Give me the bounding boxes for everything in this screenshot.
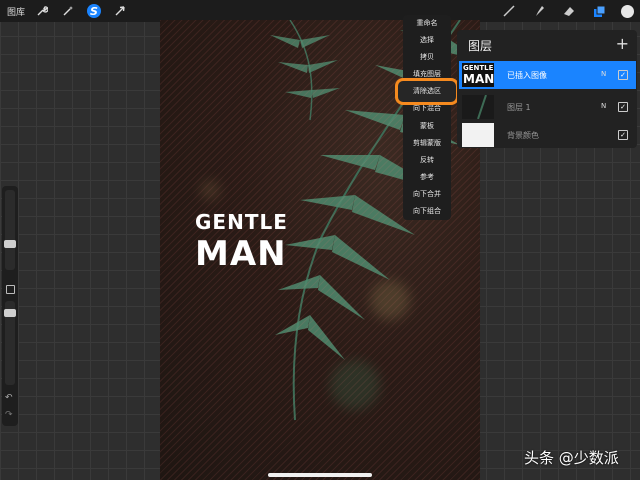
layer-visibility-checkbox[interactable]: ✓	[618, 70, 628, 80]
brush-icon[interactable]	[501, 3, 517, 19]
menu-item-invert[interactable]: 反转	[403, 155, 451, 165]
layer-row-inserted-image[interactable]: GENTLE MAN 已插入图像 N ✓	[459, 61, 636, 89]
opacity-slider[interactable]	[4, 301, 16, 385]
layer-thumb-text-2: MAN	[463, 72, 494, 86]
redo-icon[interactable]: ↷	[5, 410, 13, 420]
layer-name: 已插入图像	[507, 71, 547, 80]
layers-panel-title: 图层	[468, 39, 493, 53]
menu-item-clear-selection[interactable]: 清除选区	[395, 78, 459, 105]
home-indicator[interactable]	[268, 473, 372, 477]
fern-thumb-icon	[477, 95, 487, 119]
canvas-title-line1: GENTLE	[195, 210, 288, 234]
menu-item-select[interactable]: 选择	[403, 35, 451, 45]
layer-options-menu: 重命名 选择 拷贝 填充图层 向下混合 蒙板 剪辑蒙版 反转 参考 向下合并 向…	[403, 15, 451, 220]
top-toolbar: 图库 S	[0, 0, 640, 22]
layer-name: 背景颜色	[507, 131, 539, 140]
watermark-text: 头条 @少数派	[524, 449, 619, 467]
layer-visibility-checkbox[interactable]: ✓	[618, 130, 628, 140]
blend-mode-button[interactable]: N	[601, 70, 606, 78]
layers-icon[interactable]	[591, 3, 607, 19]
layer-thumbnail	[462, 95, 494, 119]
transform-arrow-icon[interactable]	[113, 4, 127, 18]
tool-group	[501, 3, 634, 19]
menu-item-combine-down[interactable]: 向下组合	[403, 206, 451, 216]
canvas-title-line2: MAN	[195, 234, 287, 274]
modify-button[interactable]	[6, 285, 15, 294]
layer-row-background-color[interactable]: 背景颜色 ✓	[459, 121, 636, 149]
brush-size-slider[interactable]	[4, 190, 16, 270]
layer-visibility-checkbox[interactable]: ✓	[618, 102, 628, 112]
layer-thumbnail	[462, 123, 494, 147]
opacity-knob[interactable]	[4, 309, 16, 317]
menu-item-copy[interactable]: 拷贝	[403, 52, 451, 62]
layer-thumb-text-1: GENTLE	[463, 64, 494, 72]
menu-item-clear-selection-label: 清除选区	[413, 87, 441, 95]
selection-s-icon[interactable]: S	[87, 4, 102, 18]
layer-row-layer-1[interactable]: 图层 1 N ✓	[459, 93, 636, 121]
gallery-button[interactable]: 图库	[7, 5, 25, 18]
layer-name: 图层 1	[507, 103, 531, 112]
menu-item-mask[interactable]: 蒙板	[403, 121, 451, 131]
menu-item-merge-down[interactable]: 向下合并	[403, 189, 451, 199]
layers-panel: 图层 + GENTLE MAN 已插入图像 N ✓ 图层 1 N ✓ 背景颜色 …	[457, 30, 637, 148]
menu-item-clipping-mask[interactable]: 剪辑蒙版	[403, 138, 451, 148]
color-swatch[interactable]	[621, 4, 634, 18]
magic-wand-icon[interactable]	[61, 4, 75, 18]
smudge-icon[interactable]	[531, 3, 547, 19]
eraser-icon[interactable]	[561, 3, 577, 19]
menu-item-reference[interactable]: 参考	[403, 172, 451, 182]
blend-mode-button[interactable]: N	[601, 102, 606, 110]
brush-size-knob[interactable]	[4, 240, 16, 248]
wrench-icon[interactable]	[35, 4, 49, 18]
menu-item-rename[interactable]: 重命名	[403, 18, 451, 28]
add-layer-button[interactable]: +	[616, 34, 629, 53]
layer-thumbnail: GENTLE MAN	[462, 63, 494, 87]
left-sidebar: ↶ ↷	[2, 186, 18, 426]
undo-icon[interactable]: ↶	[5, 393, 13, 403]
